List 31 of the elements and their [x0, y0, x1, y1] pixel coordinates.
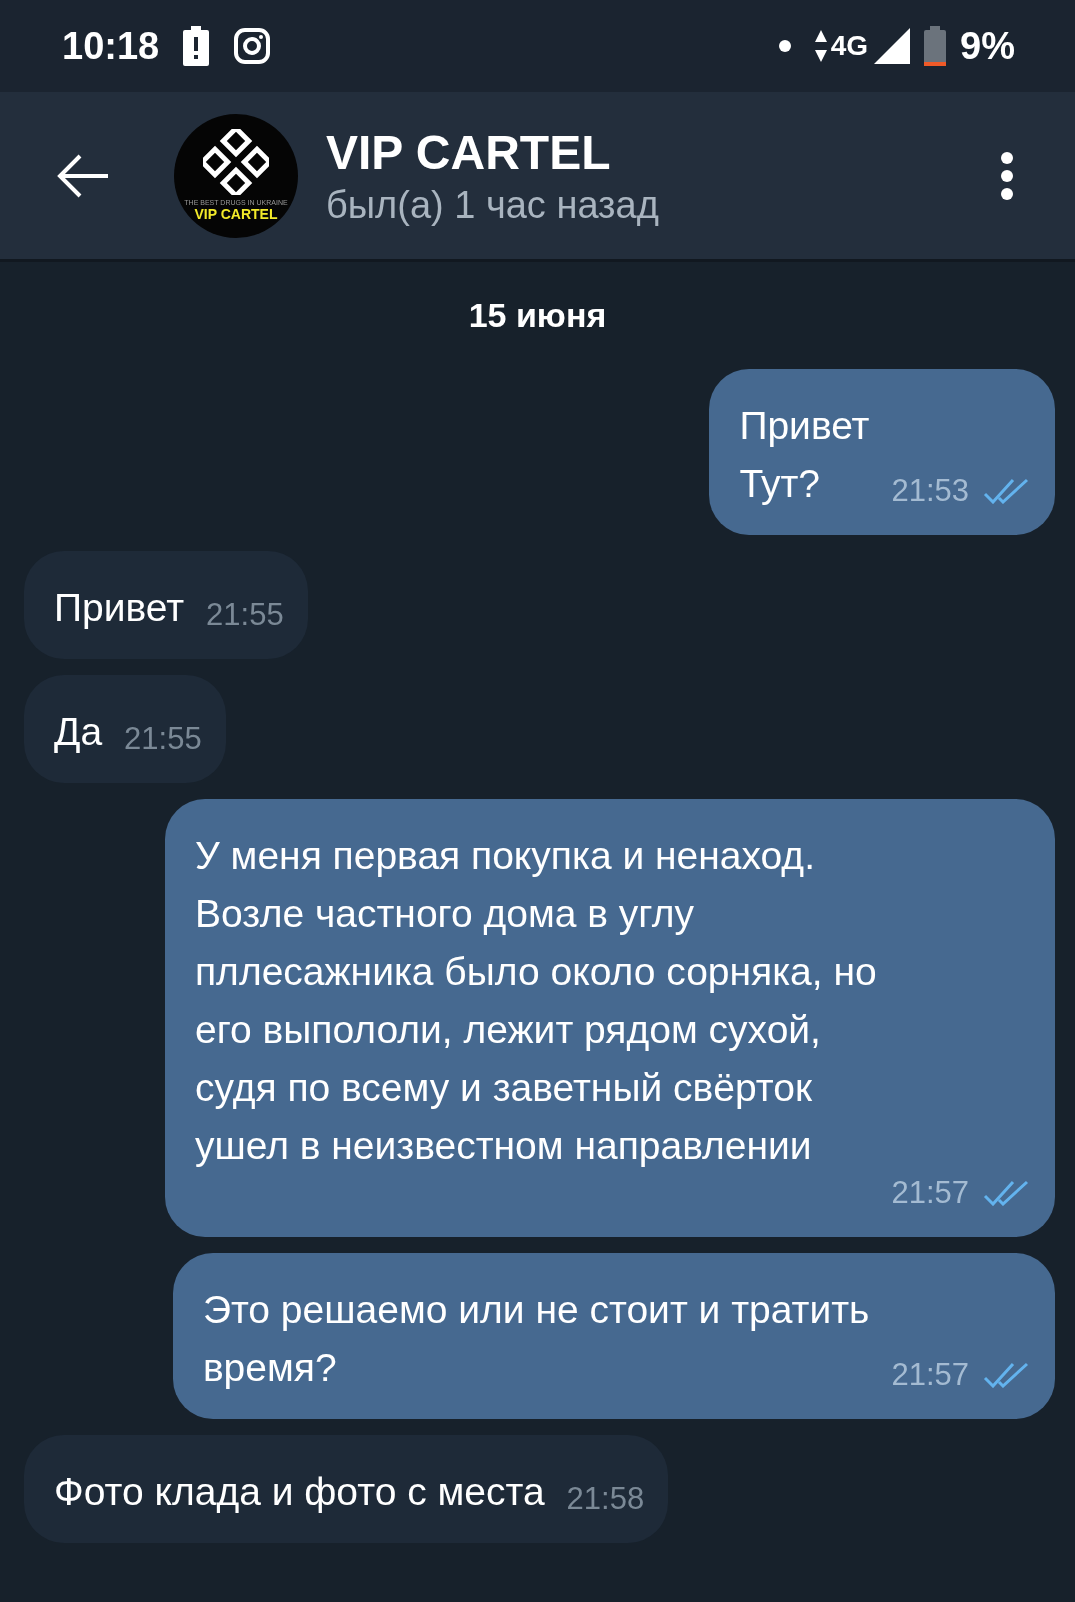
date-separator: 15 июня — [468, 296, 607, 334]
message-text: Привет — [54, 585, 185, 631]
double-check-icon — [983, 478, 1031, 504]
battery-alert-icon — [183, 26, 210, 66]
message-text: Привет Тут? — [739, 403, 870, 507]
message-time: 21:53 — [891, 473, 969, 509]
avatar-label: VIP CARTEL — [194, 206, 278, 222]
chat-title: VIP CARTEL — [326, 124, 612, 180]
double-check-icon — [983, 1362, 1031, 1388]
camera-app-icon — [233, 27, 272, 65]
data-arrows-icon — [814, 30, 827, 62]
message-text: Это решаемо или не стоит и тратить время? — [202, 1287, 870, 1391]
battery-icon — [924, 26, 947, 66]
last-seen-status: был(а) 1 час назад — [326, 183, 660, 227]
double-check-icon — [983, 1180, 1031, 1206]
message-text: Да — [54, 709, 103, 755]
message-time: 21:57 — [891, 1357, 969, 1393]
message-time: 21:58 — [566, 1481, 645, 1517]
network-type: 4G — [830, 30, 869, 62]
diamond-logo-icon — [203, 129, 269, 195]
battery-percent: 9% — [960, 24, 1015, 68]
message-time: 21:55 — [206, 597, 284, 633]
notification-dot-icon — [778, 40, 791, 52]
back-arrow-icon[interactable] — [56, 153, 110, 198]
message-text: У меня первая покупка и ненаход. Возле частного дома в углу пллесажника было около сорняка, но его выпололи, лежит рядом сухой, судя по всему и заветный свёрток ушел в неизвестном направлении — [195, 833, 877, 1169]
message-time: 21:57 — [891, 1175, 969, 1211]
signal-icon — [874, 28, 911, 64]
message-time: 21:55 — [124, 721, 202, 757]
clock: 10:18 — [62, 24, 160, 68]
message-text: Фото клада и фото с места — [54, 1469, 545, 1515]
menu-icon[interactable] — [999, 150, 1015, 201]
